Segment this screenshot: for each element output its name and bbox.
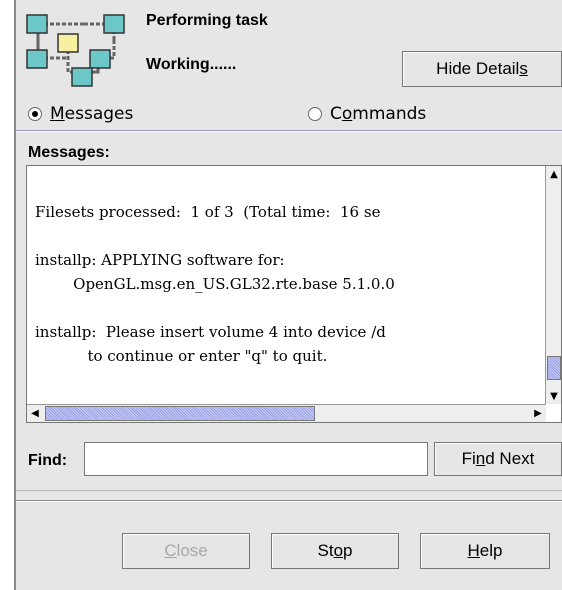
task-title: Performing task [146, 12, 268, 29]
find-label: Find: [28, 452, 68, 469]
vertical-scrollbar[interactable]: ▲ ▼ [545, 166, 561, 404]
vertical-scroll-thumb[interactable] [547, 356, 561, 380]
stop-rest: p [343, 541, 353, 560]
hide-details-button[interactable]: Hide Detail s [402, 51, 562, 87]
help-rest: elp [479, 541, 503, 560]
commands-radio-label: Commands [330, 104, 426, 124]
messages-radio-rest: essages [64, 104, 134, 124]
horizontal-scroll-thumb[interactable] [45, 406, 315, 421]
close-rest: lose [176, 541, 208, 560]
separator [16, 490, 562, 491]
help-button[interactable]: Help [420, 533, 550, 569]
commands-radio-prefix: C [330, 104, 342, 124]
messages-radio-label: Messages [50, 104, 133, 124]
commands-radio-rest: mmands [352, 104, 427, 124]
stop-prefix: St [317, 541, 334, 560]
commands-radio-mnemonic: o [341, 104, 353, 124]
find-input[interactable] [84, 442, 428, 476]
radio-selected-icon[interactable] [28, 107, 42, 121]
network-logo-icon [26, 14, 125, 87]
find-next-prefix: Fi [461, 449, 476, 468]
radio-unselected-icon[interactable] [308, 107, 322, 121]
divider-highlight [16, 131, 562, 132]
find-next-rest: d Next [485, 449, 535, 468]
scroll-right-icon[interactable]: ▶ [530, 405, 546, 421]
messages-heading: Messages: [28, 144, 110, 161]
find-next-mnemonic: n [475, 449, 486, 468]
stop-button[interactable]: St o p [271, 533, 399, 569]
messages-radio[interactable]: Messages [28, 104, 133, 124]
hide-details-mnemonic: s [519, 59, 528, 78]
find-next-button[interactable]: Fi n d Next [434, 442, 562, 476]
installp-progress-dialog: Performing task Working...... Hide Detai… [14, 0, 562, 590]
task-status: Working...... [146, 56, 237, 73]
scroll-down-icon[interactable]: ▼ [546, 388, 562, 404]
messages-text-area[interactable]: Filesets processed: 1 of 3 (Total time: … [26, 165, 562, 423]
separator-highlight [16, 501, 562, 502]
messages-log: Filesets processed: 1 of 3 (Total time: … [35, 203, 395, 365]
commands-radio[interactable]: Commands [308, 104, 426, 124]
scroll-up-icon[interactable]: ▲ [546, 166, 562, 182]
header: Performing task Working...... Hide Detai… [16, 0, 562, 95]
stop-mnemonic: o [333, 541, 344, 560]
close-button[interactable]: Close [122, 533, 250, 569]
close-mnemonic: C [164, 541, 177, 560]
hide-details-label: Hide Detail [436, 59, 520, 78]
view-selector: Messages Commands [16, 100, 562, 130]
help-mnemonic: H [467, 541, 480, 560]
messages-radio-mnemonic: M [50, 104, 65, 124]
horizontal-scrollbar[interactable]: ◀ ▶ [27, 404, 546, 422]
scroll-left-icon[interactable]: ◀ [27, 405, 43, 421]
